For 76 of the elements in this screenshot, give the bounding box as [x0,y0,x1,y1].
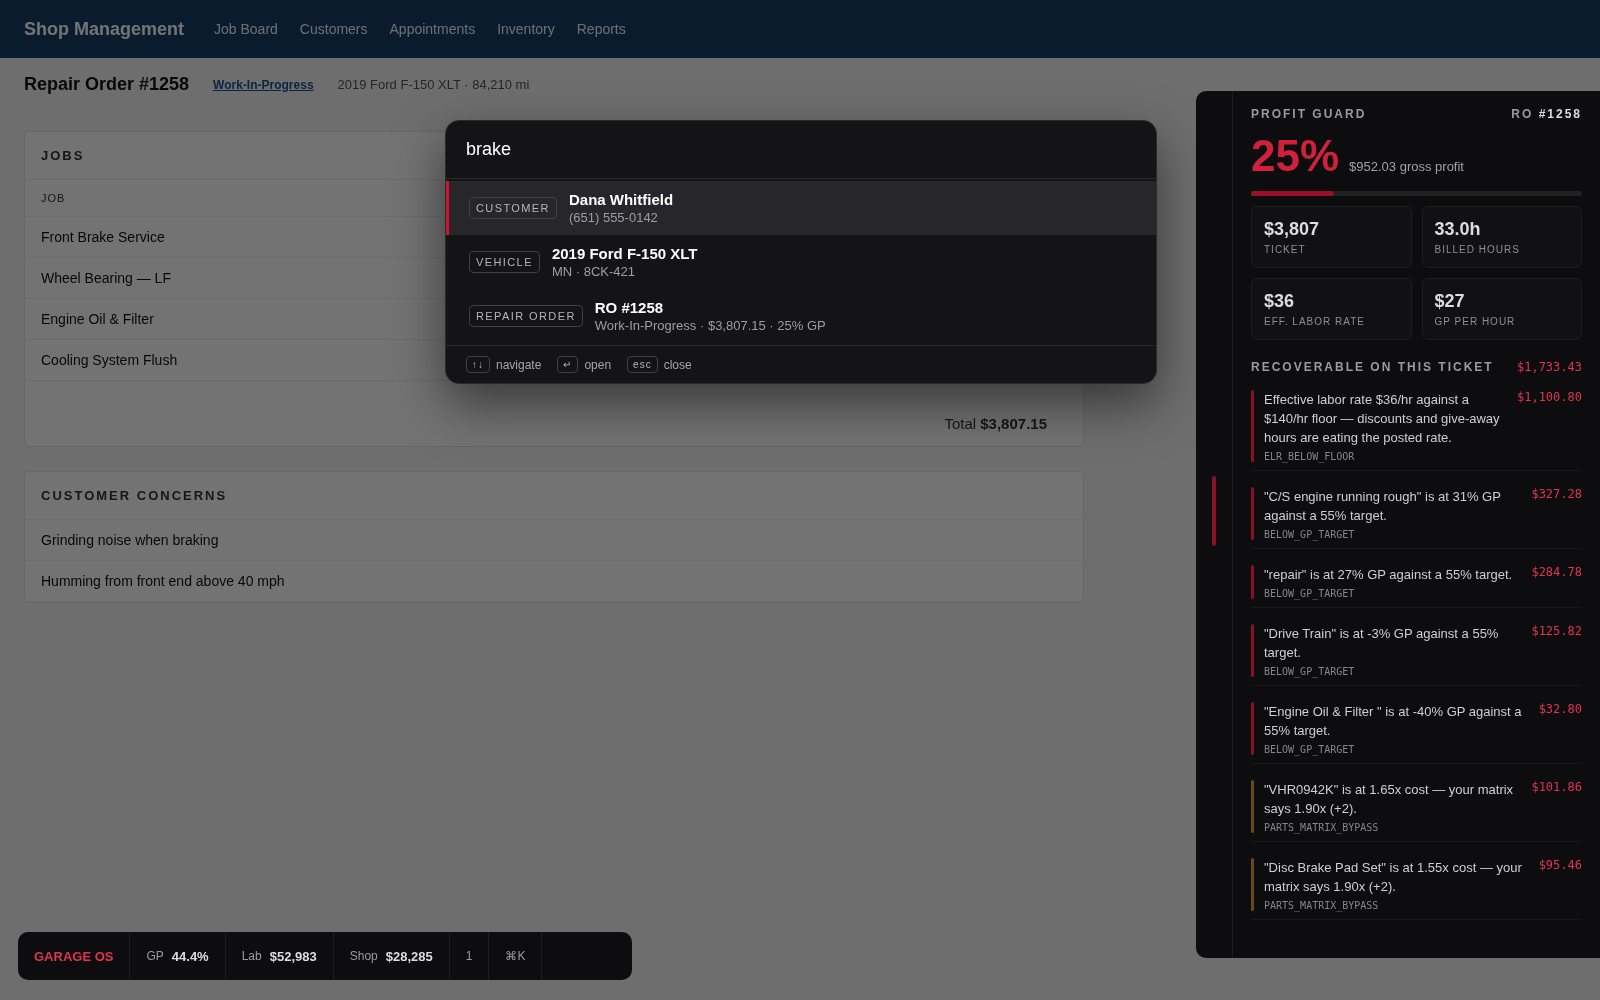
finding-text: "C/S engine running rough" is at 31% GP against a 55% target. [1264,488,1502,525]
finding-text: "Disc Brake Pad Set" is at 1.55x cost — your matrix says 1.90x (+2). [1264,859,1523,896]
gp-percent: 25% [1251,131,1340,181]
result-title: Dana Whitfield [568,191,674,208]
stat-value: $27 [1434,291,1466,312]
result-type-tag: CUSTOMER [469,197,557,219]
finding-code: ELR_BELOW_FLOOR [1264,451,1356,462]
shortcut-hint[interactable]: ⌘K [505,949,526,963]
hint-label: navigate [496,357,542,372]
finding-amount: $327.28 [1531,487,1582,503]
result-type-tag: VEHICLE [469,251,540,273]
nav-link[interactable]: Reports [576,21,626,37]
finding-text: "VHR0942K" is at 1.65x cost — your matrix says 1.90x (+2). [1264,781,1515,818]
status-brand: GARAGE OS [34,948,114,964]
stat-label: BILLED HOURS [1434,244,1521,255]
key-hint: ↵ [557,356,579,373]
hint-label: close [663,357,692,372]
search-result[interactable]: VEHICLE 2019 Ford F-150 XLT MN · 8CK-421 [446,235,1156,289]
finding-amount: $125.82 [1531,624,1582,640]
nav-link[interactable]: Job Board [214,21,278,37]
total-amount: Total $3,807.15 [944,415,1047,432]
finding-amount: $32.80 [1538,702,1582,718]
finding-text: "repair" is at 27% GP against a 55% target. [1264,566,1514,584]
panel-tab[interactable] [1212,476,1216,546]
status-value: $52,983 [269,948,317,964]
status-label: GP [146,949,164,963]
result-subtitle: MN · 8CK-421 [551,264,636,279]
finding-amount: $95.46 [1538,858,1582,874]
key-hint: esc [627,356,658,373]
result-title: 2019 Ford F-150 XLT [551,245,698,262]
finding-code: PARTS_MATRIX_BYPASS [1264,822,1380,833]
search-result[interactable]: REPAIR ORDER RO #1258 Work-In-Progress · $3,807.15 · 25% GP [446,289,1156,343]
status-label: Shop [349,949,378,963]
search-result[interactable]: CUSTOMER Dana Whitfield (651) 555-0142 [446,181,1156,235]
search-field[interactable]: brake [446,121,1156,179]
hint-label: open [584,357,612,372]
nav-link[interactable]: Customers [299,21,368,37]
finding-amount: $1,100.80 [1516,390,1582,406]
finding-text: Effective labor rate $36/hr against a $140/hr floor — discounts and give-away hours are eating the posted rate. [1264,391,1501,447]
stat-label: TICKET [1264,244,1307,255]
key-hint: ↑↓ [466,356,490,373]
result-subtitle: Work-In-Progress · $3,807.15 · 25% GP [594,318,826,333]
stat-value: $36 [1264,291,1296,312]
finding-code: BELOW_GP_TARGET [1264,529,1356,540]
status-link[interactable]: Work-In-Progress [213,77,314,92]
concern-row: Humming from front end above 40 mph [25,561,1083,602]
concern-row: Grinding noise when braking [25,520,1083,561]
alert-count[interactable]: 1 [465,949,473,963]
result-type-tag: REPAIR ORDER [469,305,583,327]
stat-label: EFF. LABOR RATE [1264,316,1366,327]
app-brand[interactable]: Shop Management [24,18,184,40]
finding-text: "Engine Oil & Filter " is at -40% GP against a 55% target. [1264,703,1523,740]
status-value: $28,285 [385,948,433,964]
finding-amount: $101.86 [1531,780,1582,796]
nav-link[interactable]: Inventory [497,21,555,37]
panel-title: PROFIT GUARD [1251,107,1367,121]
vehicle-summary: 2019 Ford F-150 XLT · 84,210 mi [337,77,530,92]
finding-code: BELOW_GP_TARGET [1264,588,1356,599]
finding-text: "Drive Train" is at -3% GP against a 55% target. [1264,625,1500,662]
finding-code: BELOW_GP_TARGET [1264,666,1356,677]
recoverable-total: $1,733.43 [1516,360,1582,374]
section-title: CUSTOMER CONCERNS [25,472,1083,520]
status-value: 44.4% [171,948,209,964]
result-title: RO #1258 [594,299,665,316]
gross-profit: $952.03 gross profit [1349,159,1464,174]
status-label: Lab [241,949,262,963]
stat-value: $3,807 [1264,219,1321,240]
page-title: Repair Order #1258 [24,74,190,95]
stat-value: 33.0h [1434,219,1482,240]
finding-code: BELOW_GP_TARGET [1264,744,1356,755]
stat-label: GP PER HOUR [1434,316,1517,327]
finding-code: PARTS_MATRIX_BYPASS [1264,900,1380,911]
nav-link[interactable]: Appointments [389,21,476,37]
ro-number: RO #1258 [1511,107,1582,121]
section-title: RECOVERABLE ON THIS TICKET [1251,360,1494,374]
finding-amount: $284.78 [1531,565,1582,581]
